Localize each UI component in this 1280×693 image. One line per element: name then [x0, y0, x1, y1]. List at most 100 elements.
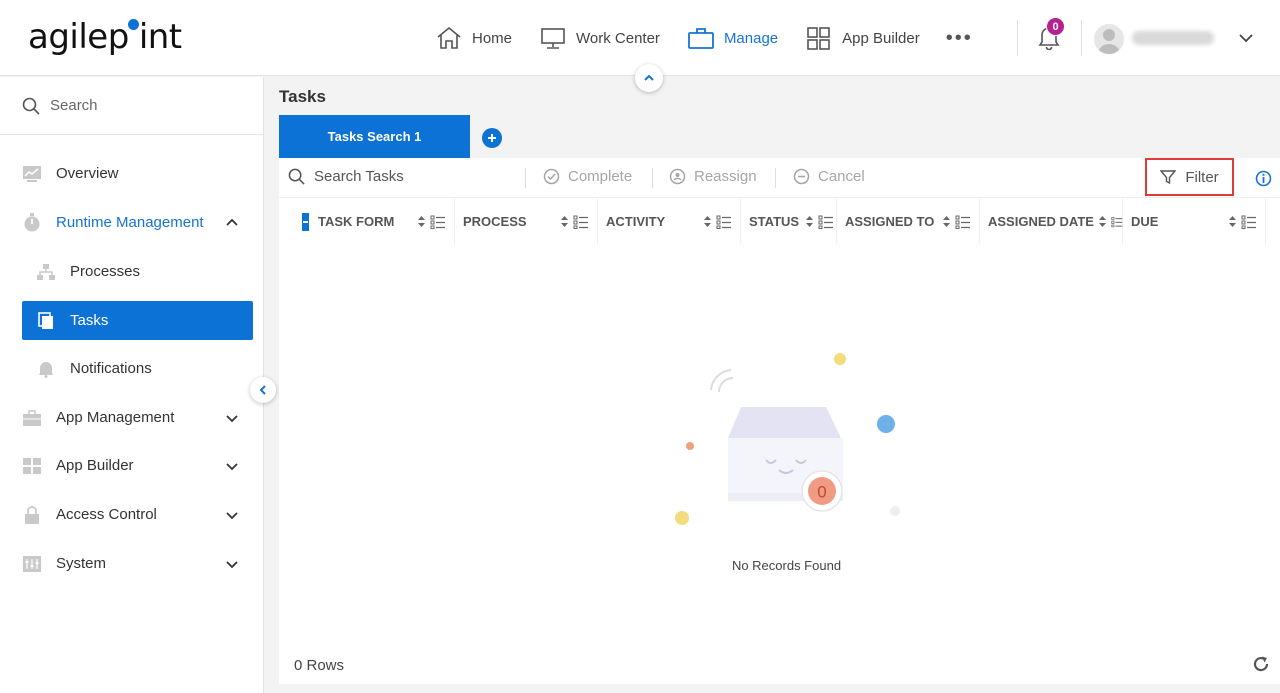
complete-button[interactable]: Complete	[543, 168, 632, 185]
column-label: ASSIGNED DATE	[988, 214, 1094, 229]
tab-tasks-search-1[interactable]: Tasks Search 1	[279, 115, 470, 158]
sidebar-item-label: Access Control	[56, 506, 157, 523]
toolbar-separator	[775, 168, 776, 188]
tasks-panel: Search Tasks Complete Reassign Cancel Fi…	[279, 158, 1280, 684]
chevron-down-icon[interactable]	[225, 508, 239, 522]
sidebar-item-notifications[interactable]: Notifications	[22, 349, 253, 388]
filter-icon	[1160, 170, 1177, 185]
chevron-up-icon	[644, 74, 654, 81]
toolbar-separator	[525, 168, 526, 188]
column-header-status[interactable]: STATUS	[741, 199, 837, 244]
add-tab-button[interactable]	[482, 128, 502, 148]
chevron-left-icon	[259, 385, 266, 395]
sidebar: Search Overview Runtime Management Proce…	[0, 77, 264, 693]
check-circle-icon	[543, 168, 560, 185]
column-menu-icon[interactable]	[573, 215, 589, 229]
column-headers: TASK FORM PROCESS ACTIVITY STATUS ASSIGN…	[279, 199, 1280, 244]
column-header-task-form[interactable]: TASK FORM	[294, 199, 455, 244]
sidebar-item-label: Processes	[70, 263, 141, 280]
sidebar-search[interactable]: Search	[0, 77, 263, 135]
chevron-down-icon[interactable]	[225, 459, 239, 473]
tasks-icon	[36, 311, 56, 330]
column-menu-icon[interactable]	[955, 215, 971, 229]
sidebar-item-label: Tasks	[70, 312, 109, 329]
chevron-down-icon[interactable]	[1238, 30, 1254, 51]
column-menu-icon[interactable]	[1111, 215, 1123, 229]
chevron-down-icon[interactable]	[225, 557, 239, 571]
logo-text-end: int	[138, 17, 182, 57]
filter-button[interactable]: Filter	[1145, 158, 1234, 196]
cancel-label: Cancel	[818, 168, 865, 185]
logo-text-start: agilep	[28, 17, 129, 57]
chevron-up-icon[interactable]	[225, 216, 239, 230]
home-icon	[437, 26, 461, 49]
notification-count-badge: 0	[1046, 17, 1065, 36]
complete-label: Complete	[568, 168, 633, 185]
sidebar-item-app-management[interactable]: App Management	[22, 398, 253, 437]
nav-home[interactable]: Home	[436, 22, 512, 54]
column-header-due[interactable]: DUE	[1123, 199, 1266, 244]
sort-icon[interactable]	[805, 215, 814, 228]
minus-circle-icon	[793, 168, 810, 185]
column-menu-icon[interactable]	[716, 215, 732, 229]
monitor-icon	[541, 28, 565, 49]
sort-icon[interactable]	[417, 215, 426, 228]
sidebar-item-tasks[interactable]: Tasks	[22, 301, 253, 340]
agilepoint-logo[interactable]: agilep int	[28, 17, 182, 57]
cancel-button[interactable]: Cancel	[793, 168, 865, 185]
page-title: Tasks	[279, 87, 326, 106]
top-navigation: Home Work Center Manage App Builder •••	[436, 22, 973, 54]
hierarchy-icon	[36, 263, 56, 281]
briefcase-icon	[22, 409, 42, 427]
sidebar-item-overview[interactable]: Overview	[22, 154, 253, 193]
more-menu-icon[interactable]: •••	[946, 27, 973, 50]
column-header-process[interactable]: PROCESS	[455, 199, 598, 244]
user-avatar[interactable]	[1094, 24, 1124, 54]
sort-icon[interactable]	[942, 215, 951, 228]
column-menu-icon[interactable]	[818, 215, 834, 229]
tasks-toolbar: Search Tasks Complete Reassign Cancel Fi…	[279, 158, 1280, 198]
sidebar-item-label: System	[56, 555, 107, 572]
sidebar-item-processes[interactable]: Processes	[22, 252, 253, 291]
reassign-button[interactable]: Reassign	[669, 168, 757, 185]
sort-icon[interactable]	[560, 215, 569, 228]
row-count: 0 Rows	[294, 657, 345, 674]
app-grid-icon	[807, 27, 830, 50]
bell-icon	[36, 360, 56, 378]
column-marker	[302, 212, 309, 231]
empty-box-illustration: 0	[675, 353, 900, 525]
grid-icon	[22, 457, 42, 475]
sidebar-item-label: Runtime Management	[56, 214, 204, 231]
sidebar-item-access-control[interactable]: Access Control	[22, 495, 253, 534]
logo-dot	[127, 19, 139, 30]
collapse-sidebar-button[interactable]	[250, 377, 276, 403]
column-header-assigned-to[interactable]: ASSIGNED TO	[837, 199, 980, 244]
stopwatch-icon	[22, 212, 42, 233]
sort-icon[interactable]	[1228, 215, 1237, 228]
briefcase-icon	[688, 28, 714, 49]
nav-manage[interactable]: Manage	[688, 22, 778, 54]
sidebar-item-runtime-management[interactable]: Runtime Management	[22, 203, 253, 242]
search-tasks-input[interactable]: Search Tasks	[288, 168, 404, 185]
column-header-assigned-date[interactable]: ASSIGNED DATE	[980, 199, 1123, 244]
nav-app-builder-label: App Builder	[842, 29, 920, 47]
column-header-activity[interactable]: ACTIVITY	[598, 199, 741, 244]
chevron-down-icon[interactable]	[225, 411, 239, 425]
sidebar-item-label: App Builder	[56, 457, 134, 474]
sort-icon[interactable]	[703, 215, 712, 228]
column-menu-icon[interactable]	[430, 215, 446, 229]
sidebar-item-label: Overview	[56, 165, 119, 182]
refresh-icon[interactable]	[1252, 655, 1270, 678]
info-icon[interactable]	[1255, 170, 1272, 192]
sidebar-item-app-builder[interactable]: App Builder	[22, 446, 253, 485]
sidebar-item-system[interactable]: System	[22, 544, 253, 583]
sliders-icon	[22, 555, 42, 573]
column-label: STATUS	[749, 214, 800, 229]
column-menu-icon[interactable]	[1241, 215, 1257, 229]
collapse-header-button[interactable]	[635, 64, 663, 92]
nav-app-builder[interactable]: App Builder	[806, 22, 920, 54]
sort-icon[interactable]	[1098, 215, 1107, 228]
nav-manage-label: Manage	[723, 29, 779, 47]
nav-work-center[interactable]: Work Center	[540, 22, 660, 54]
sidebar-item-label: Notifications	[70, 360, 152, 377]
